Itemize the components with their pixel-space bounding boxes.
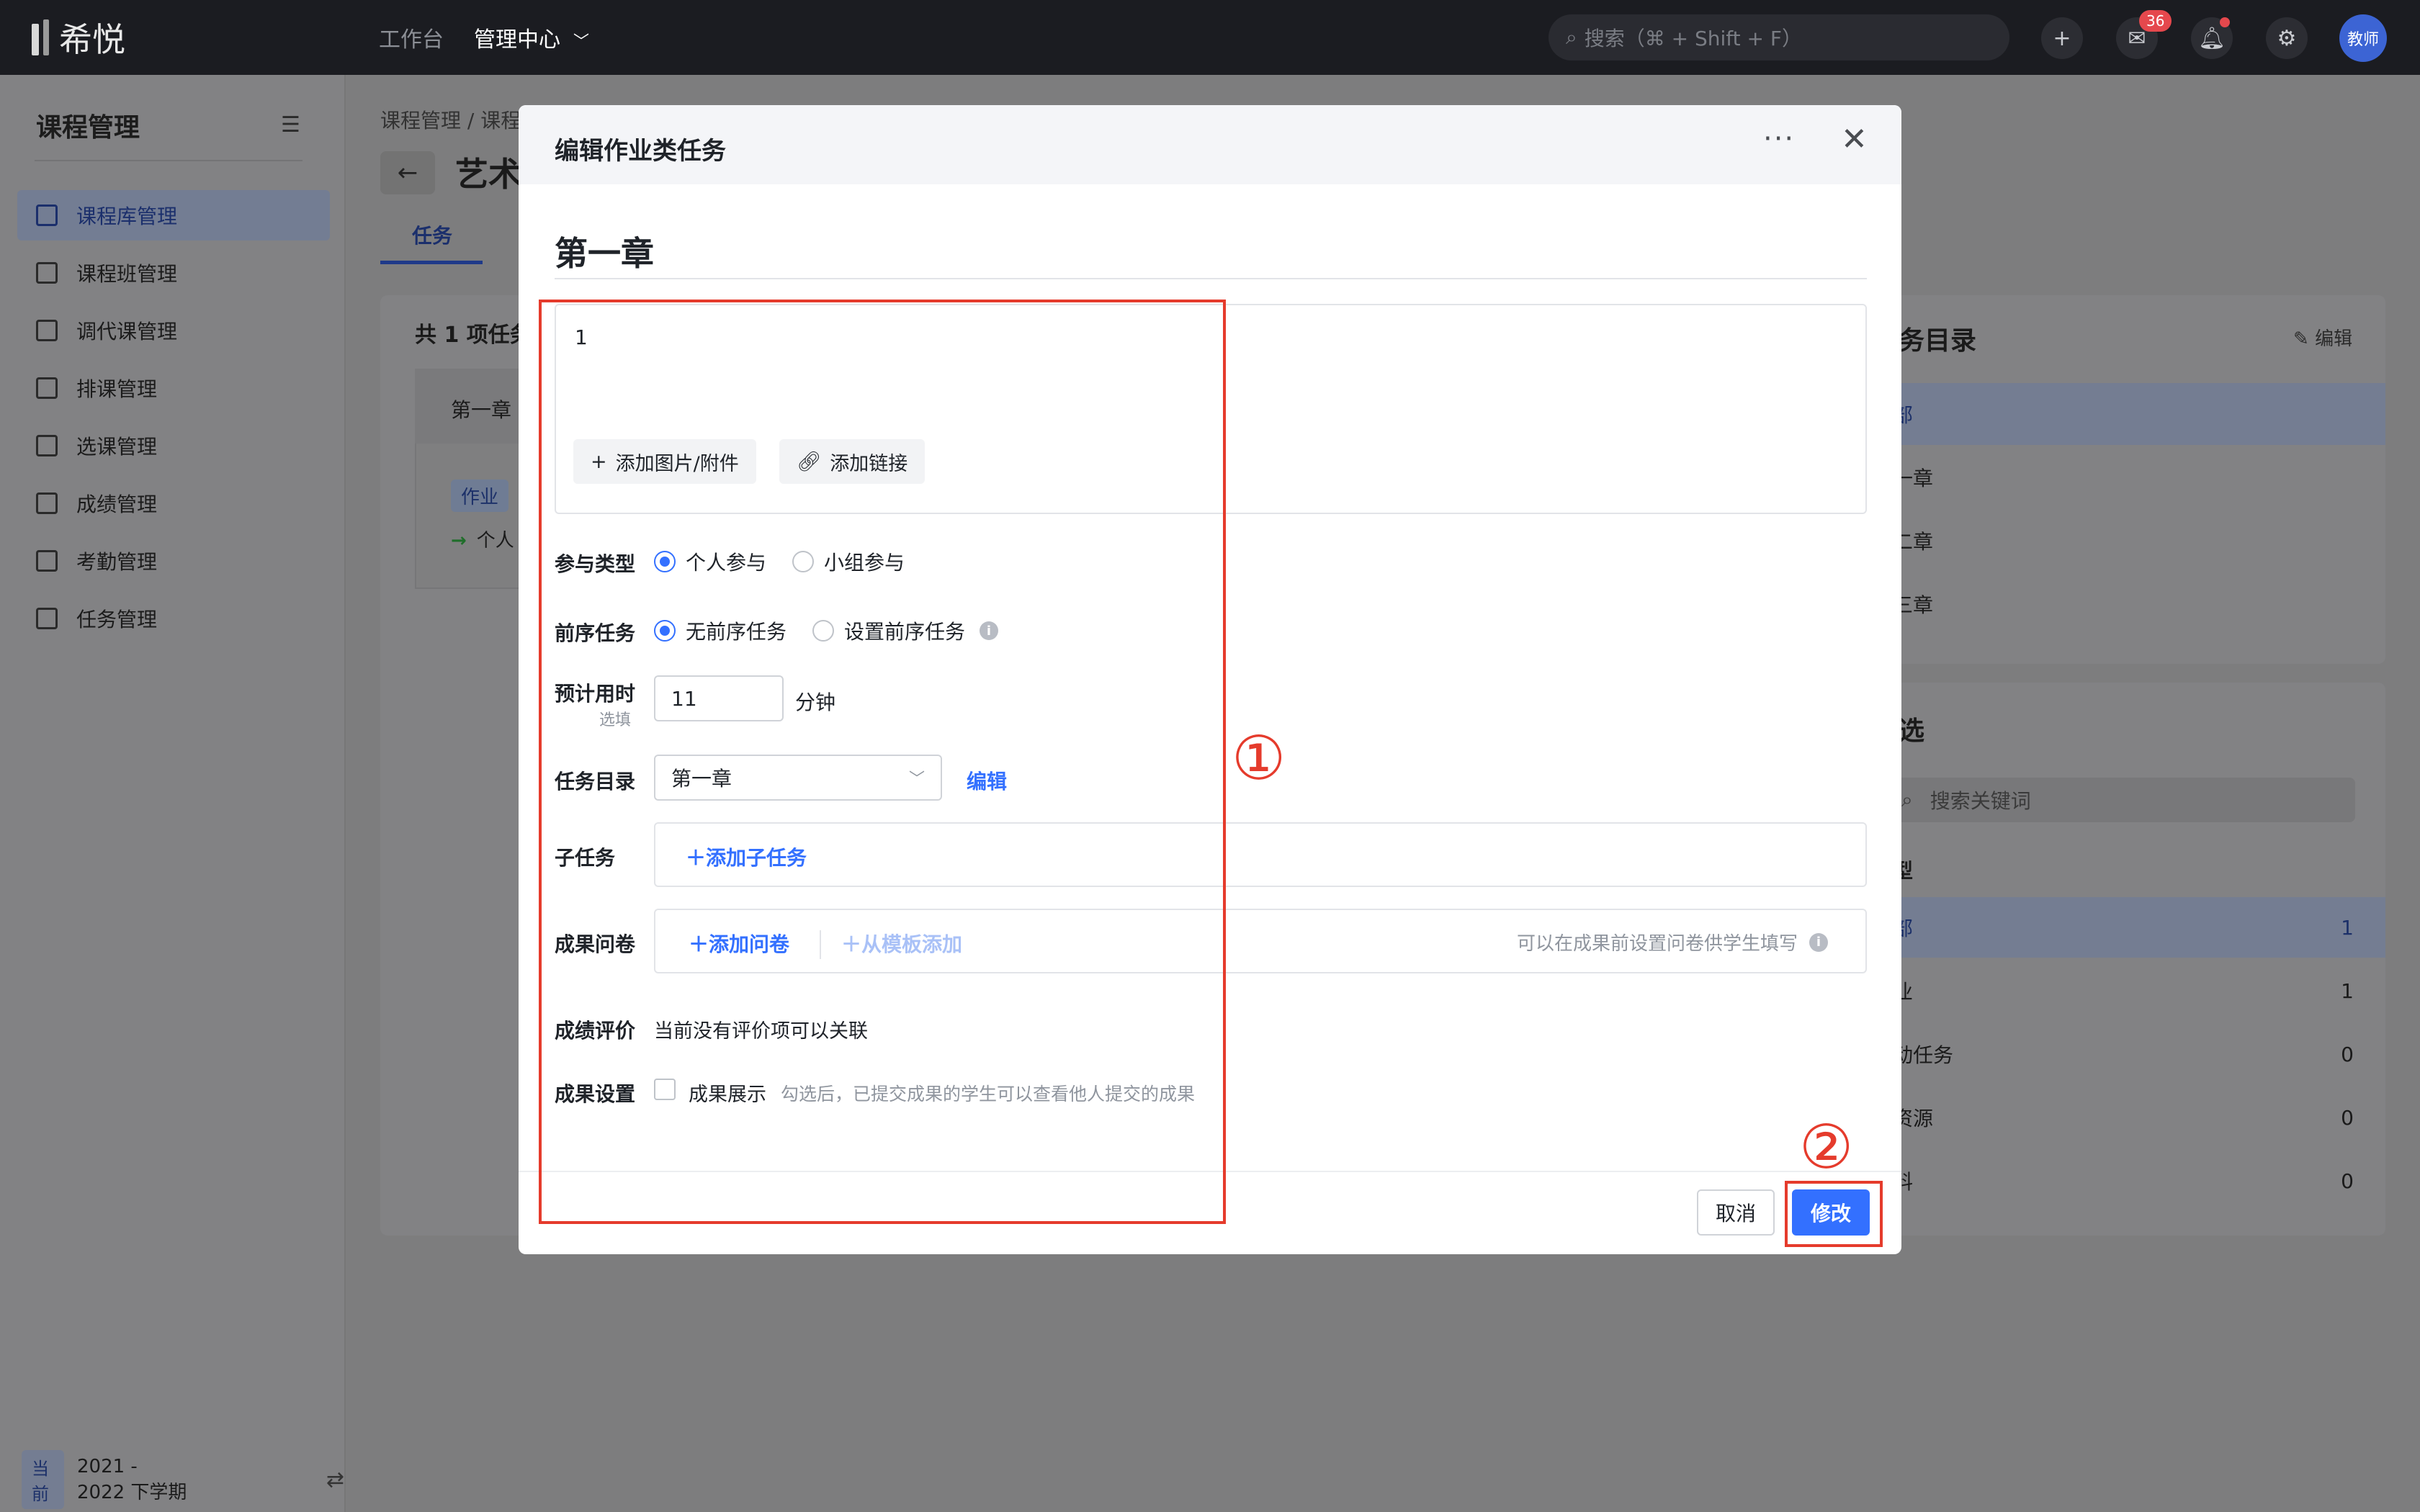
page-title: 艺术: [455, 155, 521, 194]
catalog-item-chapter-1[interactable]: 第一章: [1873, 446, 2385, 508]
sidebar-item-label: 调代课管理: [76, 320, 178, 343]
grade-icon: [36, 492, 58, 514]
list-icon: [36, 608, 58, 629]
semester-switcher[interactable]: 当前 2021 - 2022 下学期 ⇄: [22, 1450, 344, 1509]
breadcrumb[interactable]: 课程管理 / 课程: [380, 105, 521, 134]
nav-management-label: 管理中心: [474, 27, 560, 53]
chevron-down-icon: ﹀: [573, 33, 590, 51]
swap-icon: [36, 320, 58, 341]
sidebar-item-course-selection[interactable]: 选课管理: [17, 420, 330, 471]
catalog-edit-button[interactable]: ✎ 编辑: [2293, 324, 2352, 351]
bell-icon: 🔔︎: [2197, 25, 2226, 51]
annotation-marker-1: ①: [1232, 723, 1286, 793]
chapter-card-title: 第一章: [451, 398, 512, 422]
catalog-item-chapter-3[interactable]: 第三章: [1873, 573, 2385, 635]
homework-tag: 作业: [451, 480, 509, 512]
messages-button[interactable]: ✉ 36: [2116, 10, 2172, 59]
filter-row-count: 0: [2341, 1042, 2354, 1066]
catalog-item-chapter-2[interactable]: 第二章: [1873, 510, 2385, 572]
notification-dot: [2220, 17, 2230, 27]
layers-icon: [36, 204, 58, 226]
annotation-box-2: [1785, 1181, 1883, 1247]
logo-icon: [32, 19, 49, 55]
questionnaire-hint-text: 可以在成果前设置问卷供学生填写: [1517, 933, 1798, 955]
filter-row-material[interactable]: 资料0: [1873, 1151, 2385, 1211]
filter-row-all[interactable]: 全部1: [1873, 897, 2385, 958]
sidebar-item-label: 考勤管理: [76, 550, 158, 574]
filter-row-activity[interactable]: 活动任务 0: [1873, 1024, 2385, 1084]
modal-title: 编辑作业类任务: [555, 137, 726, 166]
sidebar-item-scheduling[interactable]: 排课管理: [17, 363, 330, 413]
close-icon[interactable]: ✕: [1841, 121, 1868, 158]
cancel-button[interactable]: 取消: [1697, 1189, 1775, 1236]
swap-icon[interactable]: ⇄: [326, 1467, 344, 1493]
catalog-item-all[interactable]: 全部: [1873, 383, 2385, 445]
annotation-marker-2: ②: [1799, 1112, 1854, 1182]
brand-name: 希悦: [59, 20, 125, 59]
filter-row-homework[interactable]: 作业1: [1873, 960, 2385, 1021]
filter-search-input[interactable]: ⌕ 搜索关键词: [1884, 778, 2355, 822]
filter-row-count: 0: [2341, 1169, 2354, 1193]
sidebar-item-attendance[interactable]: 考勤管理: [17, 536, 330, 586]
arrow-right-icon: →: [451, 530, 467, 552]
annotation-box-1: [539, 300, 1226, 1224]
avatar[interactable]: 教师: [2339, 14, 2387, 62]
semester-label: 2021 - 2022 下学期: [76, 1455, 187, 1503]
sidebar-item-tasks[interactable]: 任务管理: [17, 593, 330, 644]
check-icon: [36, 435, 58, 456]
settings-button[interactable]: ⚙: [2266, 17, 2308, 59]
calendar-icon: [36, 550, 58, 572]
sidebar: 课程管理 ☰ 课程库管理 课程班管理 调代课管理 排课管理 选课管理 成绩管理 …: [0, 75, 346, 1512]
search-placeholder: 搜索（⌘ + Shift + F）: [1584, 27, 1802, 50]
filter-search-placeholder: 搜索关键词: [1930, 789, 2031, 813]
notifications-button[interactable]: 🔔︎: [2191, 17, 2233, 59]
sidebar-item-label: 课程班管理: [76, 262, 178, 286]
schedule-icon: [36, 377, 58, 399]
participant-line: → 个人: [451, 526, 514, 552]
collapse-sidebar-icon[interactable]: ☰: [281, 112, 300, 138]
sidebar-title: 课程管理: [36, 113, 140, 143]
filter-row-count: 0: [2341, 1105, 2354, 1130]
search-icon: ⌕: [1566, 25, 1577, 49]
pencil-icon: ✎: [2293, 328, 2316, 350]
plus-icon: +: [2053, 25, 2071, 51]
nav-workbench[interactable]: 工作台: [379, 22, 444, 53]
arrow-left-icon: ←: [397, 158, 418, 187]
message-count-badge: 36: [2139, 10, 2172, 32]
search-icon: ⌕: [1901, 788, 1913, 811]
sidebar-item-substitution[interactable]: 调代课管理: [17, 305, 330, 356]
modal-header: 编辑作业类任务 ··· ✕: [519, 105, 1901, 184]
sidebar-divider: [35, 160, 302, 161]
catalog-edit-label: 编辑: [2315, 328, 2353, 350]
add-button[interactable]: +: [2041, 17, 2083, 59]
chapter-heading: 第一章: [555, 234, 654, 273]
sidebar-item-grades[interactable]: 成绩管理: [17, 478, 330, 528]
sidebar-item-label: 排课管理: [76, 377, 158, 401]
gear-icon: ⚙: [2277, 25, 2297, 51]
back-button[interactable]: ←: [380, 151, 435, 194]
class-icon: [36, 262, 58, 284]
questionnaire-hint: 可以在成果前设置问卷供学生填写 i: [1517, 929, 1829, 955]
top-bar: 希悦 工作台 管理中心 ﹀ ⌕ 搜索（⌘ + Shift + F） + ✉ 36 …: [0, 0, 2420, 75]
semester-tag: 当前: [22, 1450, 64, 1509]
more-icon[interactable]: ···: [1763, 122, 1795, 156]
tab-underline: [380, 261, 483, 264]
sidebar-item-label: 选课管理: [76, 435, 158, 459]
brand-logo[interactable]: 希悦: [32, 16, 125, 59]
sidebar-item-label: 任务管理: [76, 608, 158, 631]
filter-row-resource[interactable]: 站资源 0: [1873, 1087, 2385, 1148]
sidebar-item-label: 成绩管理: [76, 492, 158, 516]
participant-text: 个人: [476, 530, 514, 552]
nav-management-center[interactable]: 管理中心 ﹀: [474, 22, 589, 53]
tab-tasks[interactable]: 任务: [412, 220, 452, 249]
filter-row-count: 1: [2341, 978, 2354, 1003]
filter-row-count: 1: [2341, 915, 2354, 940]
sidebar-item-course-class[interactable]: 课程班管理: [17, 248, 330, 298]
task-count: 共 1 项任务: [415, 323, 532, 348]
sidebar-item-course-library[interactable]: 课程库管理: [17, 190, 330, 240]
chapter-divider: [555, 278, 1867, 279]
sidebar-item-label: 课程库管理: [76, 204, 178, 228]
info-icon[interactable]: i: [1809, 932, 1829, 952]
global-search-input[interactable]: ⌕ 搜索（⌘ + Shift + F）: [1549, 14, 2009, 60]
